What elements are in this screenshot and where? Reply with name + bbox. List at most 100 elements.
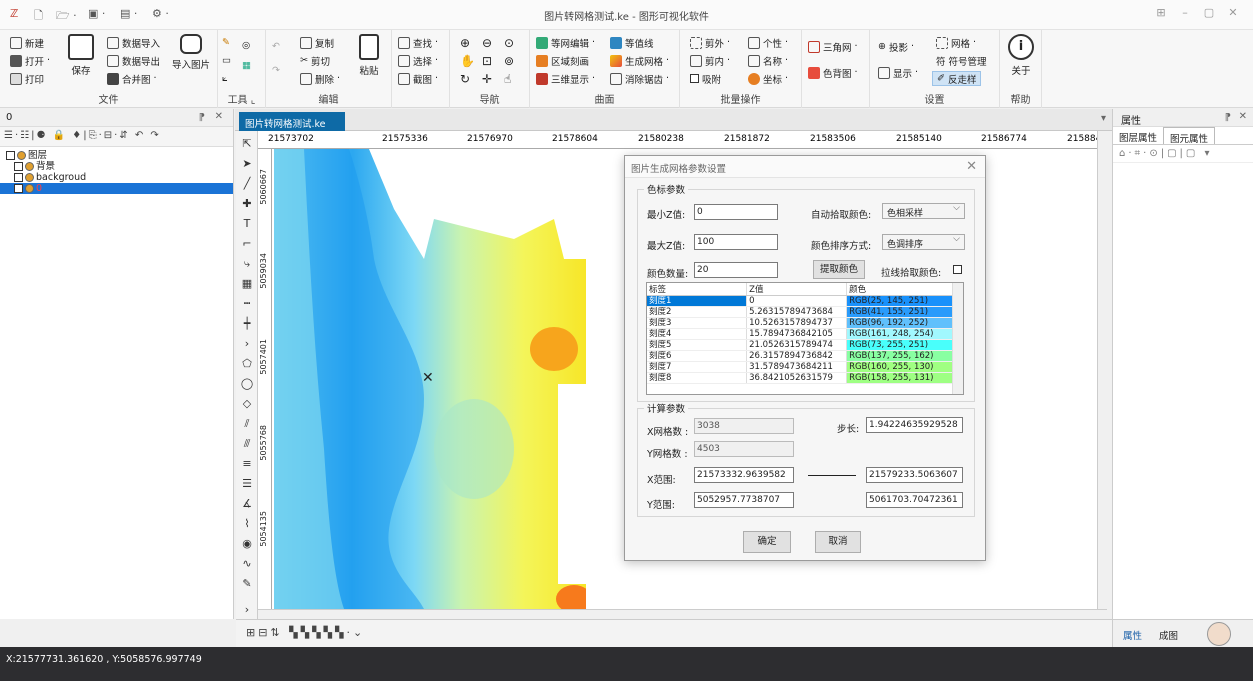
layer-toolbar-icons[interactable]: ☰·☷|⚈ 🔒 ♦|⎘·⊟·⇵ ↶ ↷ bbox=[4, 130, 161, 141]
zoom-fit-icon[interactable]: ⊙ bbox=[504, 35, 514, 50]
tool-frame-icon[interactable]: ▭ bbox=[222, 53, 231, 68]
zoom-out-icon[interactable]: ⊖ bbox=[482, 35, 492, 50]
table-row[interactable]: 刻度6 26.3157894736842 RGB(137, 255, 162) bbox=[647, 350, 953, 362]
fault-tool-icon[interactable]: ≡ bbox=[239, 457, 255, 471]
properties-toolbar[interactable]: ⌂·⌗·⊙|▢|▢ ▾ bbox=[1113, 145, 1253, 163]
tab-element-properties[interactable]: 图元属性 bbox=[1163, 127, 1216, 145]
layer-panel-close-icon[interactable]: ✕ bbox=[215, 111, 223, 122]
circle-tool-icon[interactable]: ◯ bbox=[239, 377, 255, 391]
find-button[interactable]: 查找 · bbox=[398, 35, 438, 50]
y-grid-input[interactable] bbox=[694, 441, 794, 457]
color-count-input[interactable] bbox=[694, 262, 778, 278]
delete-button[interactable]: 删除 · bbox=[300, 71, 340, 86]
polygon-tool-icon[interactable]: ⬠ bbox=[239, 357, 255, 371]
redo-icon[interactable]: ↷ bbox=[272, 63, 280, 78]
region-fill-button[interactable]: 区域刻画 bbox=[536, 53, 589, 68]
clear-smooth-button[interactable]: 消除锯齿 · bbox=[610, 71, 669, 86]
three-view-button[interactable]: 三维显示 · bbox=[536, 71, 595, 86]
eye-tool-icon[interactable]: ◉ bbox=[239, 537, 255, 551]
close-window-button[interactable]: ✕ bbox=[1222, 6, 1244, 22]
zoom-window-icon[interactable]: ⊡ bbox=[482, 53, 492, 68]
max-z-input[interactable] bbox=[694, 234, 778, 250]
paste-button[interactable]: 粘贴 bbox=[350, 34, 388, 77]
cut-button[interactable]: ✂ 剪切 bbox=[300, 53, 330, 68]
bottom-tab-properties[interactable]: 属性 bbox=[1123, 628, 1142, 642]
refresh-icon[interactable]: ↻ bbox=[460, 71, 470, 86]
user-avatar[interactable] bbox=[1207, 622, 1231, 646]
crosshair-icon[interactable]: ✛ bbox=[482, 71, 492, 86]
contour-edit-button[interactable]: 等网编辑 · bbox=[536, 35, 595, 50]
table-row[interactable]: 刻度1 0 RGB(25, 145, 251) bbox=[647, 295, 953, 307]
layer-checkbox[interactable] bbox=[6, 151, 15, 160]
cross-tool-icon[interactable]: ┿ bbox=[239, 317, 255, 331]
grid-button[interactable]: 网格 · bbox=[936, 35, 976, 50]
table-row[interactable]: 刻度7 31.5789473684211 RGB(160, 255, 130) bbox=[647, 361, 953, 373]
contour-line-button[interactable]: 等值线 bbox=[610, 35, 654, 50]
expand-icon[interactable]: › bbox=[239, 603, 255, 617]
open-button[interactable]: 打开 · bbox=[10, 53, 50, 68]
cut-outside-button[interactable]: 剪外 · bbox=[690, 35, 730, 50]
polyline-tool-icon[interactable]: ⌐ bbox=[239, 237, 255, 251]
new-button[interactable]: 新建 bbox=[10, 35, 44, 50]
display-button[interactable]: 显示 · bbox=[878, 65, 918, 80]
table-row[interactable]: 刻度3 10.5263157894737 RGB(96, 192, 252) bbox=[647, 317, 953, 329]
ribbon-toggle-button[interactable]: ⊞ bbox=[1150, 6, 1172, 22]
save-button[interactable]: 保存 bbox=[62, 34, 100, 77]
x-min-input[interactable] bbox=[694, 467, 794, 483]
arrow-tool-icon[interactable]: › bbox=[239, 337, 255, 351]
extract-color-button[interactable]: 提取颜色 bbox=[813, 260, 865, 279]
dashed-tool-icon[interactable]: ┅ bbox=[239, 297, 255, 311]
about-button[interactable]: i 关于 bbox=[1002, 34, 1040, 77]
print-button[interactable]: 打印 bbox=[10, 71, 44, 86]
symbol-manager-button[interactable]: 符符号管理 bbox=[936, 53, 987, 68]
line-tool-icon[interactable]: ╱ bbox=[239, 177, 255, 191]
props-close-icon[interactable]: ✕ bbox=[1239, 111, 1247, 122]
pin-icon[interactable]: ⁋ bbox=[199, 112, 205, 123]
generate-grid-button[interactable]: 生成网格 · bbox=[610, 53, 669, 68]
layer-checkbox[interactable] bbox=[14, 184, 23, 193]
auto-pick-select[interactable]: 色相采样 bbox=[882, 203, 965, 219]
table-row[interactable]: 刻度4 15.7894736842105 RGB(161, 248, 254) bbox=[647, 328, 953, 340]
tool-compass-icon[interactable]: ◎ bbox=[242, 38, 250, 53]
tab-menu-chevron-icon[interactable]: ▾ bbox=[1101, 113, 1106, 124]
screenshot-button[interactable]: 截图 · bbox=[398, 71, 438, 86]
diamond-tool-icon[interactable]: ◇ bbox=[239, 397, 255, 411]
layer-checkbox[interactable] bbox=[14, 173, 23, 182]
antialias-toggle[interactable]: ✐ 反走样 bbox=[932, 71, 982, 86]
angle-tool-icon[interactable]: ∡ bbox=[239, 497, 255, 511]
hand-icon[interactable]: ☝ bbox=[504, 71, 511, 86]
coord-button[interactable]: 坐标 · bbox=[748, 71, 788, 86]
x-grid-input[interactable] bbox=[694, 418, 794, 434]
cancel-button[interactable]: 取消 bbox=[815, 531, 861, 553]
triangle-net-button[interactable]: 三角网 · bbox=[808, 39, 858, 54]
bottom-tab-mapping[interactable]: 成图 bbox=[1159, 628, 1178, 642]
list-tool-icon[interactable]: ☰ bbox=[239, 477, 255, 491]
name-button[interactable]: 名称 · bbox=[748, 53, 788, 68]
color-table-scrollbar[interactable] bbox=[952, 283, 963, 394]
bottom-toolbar-icons[interactable]: ⊞⊟⇅ ▚▚▚▚▚·⌄ bbox=[246, 626, 365, 639]
minimize-button[interactable]: – bbox=[1174, 6, 1196, 22]
tree-item-backgroud[interactable]: backgroud bbox=[0, 172, 233, 183]
tab-layer-properties[interactable]: 图层属性 bbox=[1113, 127, 1163, 144]
step-input[interactable] bbox=[866, 417, 963, 433]
vertical-scrollbar[interactable] bbox=[1097, 131, 1109, 609]
min-z-input[interactable] bbox=[694, 204, 778, 220]
measure-tool-icon[interactable]: ✎ bbox=[239, 577, 255, 591]
tree-item-0-selected[interactable]: 0 bbox=[0, 183, 233, 194]
import-data-button[interactable]: 数据导入 bbox=[107, 35, 160, 50]
curve-tool-icon[interactable]: ⤷ bbox=[239, 257, 255, 271]
bg-color-button[interactable]: 色背图 · bbox=[808, 65, 858, 80]
table-row[interactable]: 刻度2 5.26315789473684 RGB(41, 155, 251) bbox=[647, 306, 953, 318]
tool-chart-icon[interactable]: ⟀ bbox=[222, 71, 228, 86]
copy-button[interactable]: 复制 bbox=[300, 35, 334, 50]
undo-icon[interactable]: ↶ bbox=[272, 39, 280, 54]
cut-inside-button[interactable]: 剪内 · bbox=[690, 53, 730, 68]
document-tab[interactable]: 图片转网格测试.ke ✕ bbox=[239, 112, 345, 141]
import-image-button[interactable]: 导入图片 bbox=[170, 34, 212, 71]
pointer-tool-icon[interactable]: ⇱ bbox=[239, 137, 255, 151]
props-pin-icon[interactable]: ⁋ bbox=[1225, 112, 1231, 123]
select-button[interactable]: 选择 · bbox=[398, 53, 438, 68]
style-button[interactable]: 个性 · bbox=[748, 35, 788, 50]
grid-tool-icon[interactable]: ▦ bbox=[239, 277, 255, 291]
y-min-input[interactable] bbox=[694, 492, 794, 508]
